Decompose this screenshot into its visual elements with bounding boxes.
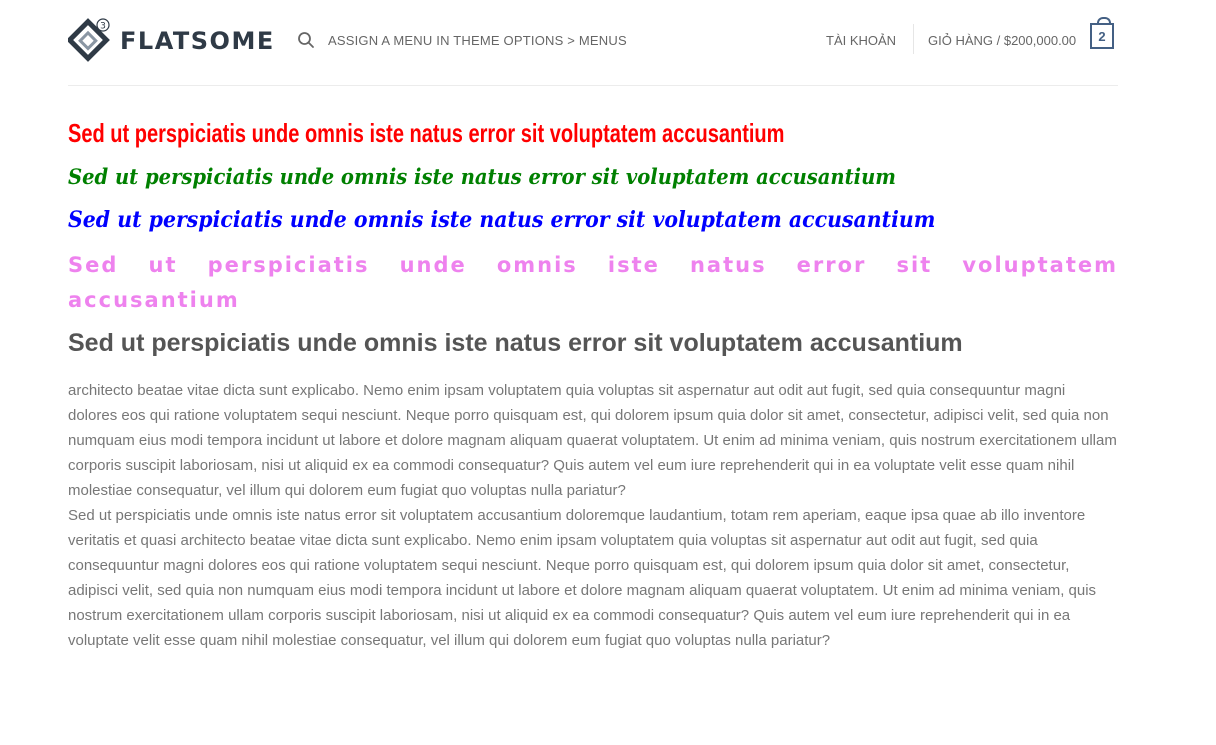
- heading-1: Sed ut perspiciatis unde omnis iste natu…: [68, 118, 785, 148]
- account-link[interactable]: TÀI KHOẢN: [826, 33, 896, 48]
- flatsome-logo-icon: 3: [68, 18, 110, 62]
- site-logo[interactable]: 3 FLATSOME: [68, 18, 275, 62]
- header-divider: [913, 24, 914, 54]
- cart-count: 2: [1098, 29, 1106, 44]
- heading-3: Sed ut perspiciatis unde omnis iste natu…: [68, 207, 936, 233]
- paragraph-2: Sed ut perspiciatis unde omnis iste natu…: [68, 507, 1097, 649]
- shopping-bag-icon[interactable]: 2: [1090, 17, 1114, 49]
- paragraph-1: architecto beatae vitae dicta sunt expli…: [68, 382, 1117, 499]
- heading-2: Sed ut perspiciatis unde omnis iste natu…: [68, 164, 896, 189]
- logo-badge: 3: [100, 22, 106, 32]
- menu-hint-link[interactable]: ASSIGN A MENU IN THEME OPTIONS > MENUS: [328, 33, 627, 48]
- main-content: Sed ut perspiciatis unde omnis iste natu…: [68, 112, 1118, 653]
- cart-box-top: [1090, 23, 1114, 25]
- cart-link[interactable]: GIỎ HÀNG / $200,000.00: [928, 33, 1076, 48]
- site-header: 3 FLATSOME ASSIGN A MENU IN THEME OPTION…: [68, 0, 1118, 86]
- page-container: 3 FLATSOME ASSIGN A MENU IN THEME OPTION…: [68, 0, 1118, 649]
- heading-4: Sed ut perspiciatis unde omnis iste natu…: [68, 253, 1118, 312]
- logo-text: FLATSOME: [120, 27, 275, 55]
- search-icon[interactable]: [297, 31, 315, 49]
- heading-5: Sed ut perspiciatis unde omnis iste natu…: [68, 329, 963, 357]
